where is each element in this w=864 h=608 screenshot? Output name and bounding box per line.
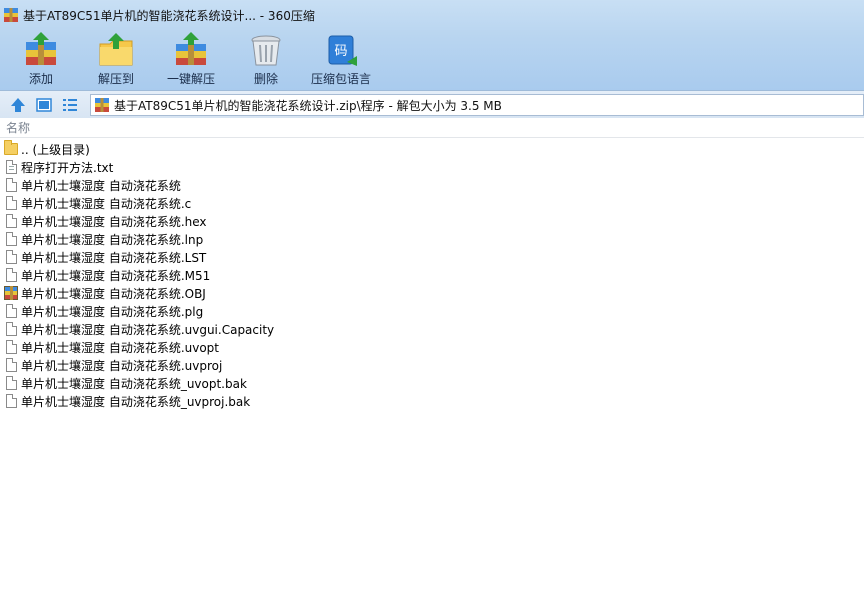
file-name: 单片机士壤湿度 自动浇花系统 bbox=[21, 178, 181, 193]
list-item[interactable]: 单片机士壤湿度 自动浇花系统.LST bbox=[0, 248, 864, 266]
file-icon bbox=[4, 339, 18, 355]
list-item[interactable]: 单片机士壤湿度 自动浇花系统.c bbox=[0, 194, 864, 212]
file-name: 单片机士壤湿度 自动浇花系统.c bbox=[21, 196, 192, 211]
file-icon bbox=[4, 267, 18, 283]
list-item[interactable]: 单片机士壤湿度 自动浇花系统.uvgui.Capacity bbox=[0, 320, 864, 338]
list-item-parent-directory[interactable]: .. (上级目录) bbox=[0, 140, 864, 158]
thumbnail-view-icon[interactable] bbox=[34, 95, 54, 115]
extract-to-button[interactable]: 解压到 bbox=[81, 30, 151, 88]
top-panel: 基于AT89C51单片机的智能浇花系统设计... - 360压缩 添加 解压到 … bbox=[0, 0, 864, 90]
toolbar: 添加 解压到 一键解压 删除 码 压缩包语言 bbox=[0, 30, 864, 88]
address-bar: 基于AT89C51单片机的智能浇花系统设计.zip\程序 - 解包大小为 3.5… bbox=[0, 90, 864, 118]
list-view-icon[interactable] bbox=[60, 95, 80, 115]
extract-to-icon bbox=[98, 32, 134, 68]
list-item[interactable]: 单片机士壤湿度 自动浇花系统_uvproj.bak bbox=[0, 392, 864, 410]
list-item[interactable]: 单片机士壤湿度 自动浇花系统.OBJ bbox=[0, 284, 864, 302]
text-file-icon bbox=[4, 159, 18, 175]
delete-label: 删除 bbox=[253, 72, 278, 86]
file-icon bbox=[4, 231, 18, 247]
archive-file-icon bbox=[4, 285, 18, 301]
path-field[interactable]: 基于AT89C51单片机的智能浇花系统设计.zip\程序 - 解包大小为 3.5… bbox=[90, 94, 864, 116]
folder-icon bbox=[4, 140, 18, 157]
column-header-name[interactable]: 名称 bbox=[0, 118, 864, 138]
file-name: 单片机士壤湿度 自动浇花系统.uvopt bbox=[21, 340, 220, 355]
file-name: 单片机士壤湿度 自动浇花系统.lnp bbox=[21, 232, 204, 247]
archive-language-button[interactable]: 码 压缩包语言 bbox=[303, 30, 379, 88]
file-icon bbox=[4, 375, 18, 391]
list-item[interactable]: 单片机士壤湿度 自动浇花系统.M51 bbox=[0, 266, 864, 284]
svg-text:码: 码 bbox=[334, 44, 347, 59]
file-rows: .. (上级目录) 程序打开方法.txt 单片机士壤湿度 自动浇花系统 单片机士… bbox=[0, 138, 864, 410]
list-item[interactable]: 程序打开方法.txt bbox=[0, 158, 864, 176]
one-click-extract-icon bbox=[173, 32, 209, 68]
file-icon bbox=[4, 213, 18, 229]
delete-trash-icon bbox=[248, 32, 284, 68]
file-icon bbox=[4, 357, 18, 373]
list-item[interactable]: 单片机士壤湿度 自动浇花系统.hex bbox=[0, 212, 864, 230]
add-label: 添加 bbox=[28, 72, 53, 86]
file-name: 单片机士壤湿度 自动浇花系统.plg bbox=[21, 304, 204, 319]
file-name: 单片机士壤湿度 自动浇花系统.hex bbox=[21, 214, 207, 229]
extract-to-label: 解压到 bbox=[97, 72, 134, 86]
list-item[interactable]: 单片机士壤湿度 自动浇花系统.uvproj bbox=[0, 356, 864, 374]
file-icon bbox=[4, 195, 18, 211]
file-name: 单片机士壤湿度 自动浇花系统.uvgui.Capacity bbox=[21, 322, 275, 337]
list-item[interactable]: 单片机士壤湿度 自动浇花系统.uvopt bbox=[0, 338, 864, 356]
one-click-extract-button[interactable]: 一键解压 bbox=[156, 30, 226, 88]
delete-button[interactable]: 删除 bbox=[231, 30, 301, 88]
window-title: 基于AT89C51单片机的智能浇花系统设计... - 360压缩 bbox=[23, 8, 315, 23]
add-button[interactable]: 添加 bbox=[6, 30, 76, 88]
up-arrow-icon[interactable] bbox=[8, 95, 28, 115]
title-bar: 基于AT89C51单片机的智能浇花系统设计... - 360压缩 bbox=[0, 0, 864, 30]
list-item[interactable]: 单片机士壤湿度 自动浇花系统 bbox=[0, 176, 864, 194]
file-name: 单片机士壤湿度 自动浇花系统.OBJ bbox=[21, 286, 206, 301]
file-name: .. (上级目录) bbox=[21, 142, 90, 157]
file-icon bbox=[4, 303, 18, 319]
file-name: 单片机士壤湿度 自动浇花系统.uvproj bbox=[21, 358, 223, 373]
archive-language-label: 压缩包语言 bbox=[310, 72, 371, 86]
list-item[interactable]: 单片机士壤湿度 自动浇花系统.lnp bbox=[0, 230, 864, 248]
path-text: 基于AT89C51单片机的智能浇花系统设计.zip\程序 - 解包大小为 3.5… bbox=[114, 98, 502, 113]
one-click-extract-label: 一键解压 bbox=[166, 72, 215, 86]
file-name: 程序打开方法.txt bbox=[21, 160, 114, 175]
archive-icon bbox=[94, 97, 110, 113]
archive-language-icon: 码 bbox=[323, 32, 359, 68]
add-archive-icon bbox=[23, 32, 59, 68]
app-archive-icon bbox=[3, 7, 19, 23]
list-item[interactable]: 单片机士壤湿度 自动浇花系统.plg bbox=[0, 302, 864, 320]
file-icon bbox=[4, 393, 18, 409]
file-name: 单片机士壤湿度 自动浇花系统.M51 bbox=[21, 268, 211, 283]
file-name: 单片机士壤湿度 自动浇花系统.LST bbox=[21, 250, 207, 265]
file-icon bbox=[4, 321, 18, 337]
list-item[interactable]: 单片机士壤湿度 自动浇花系统_uvopt.bak bbox=[0, 374, 864, 392]
file-icon bbox=[4, 249, 18, 265]
file-icon bbox=[4, 177, 18, 193]
file-name: 单片机士壤湿度 自动浇花系统_uvopt.bak bbox=[21, 376, 247, 391]
file-list: 名称 .. (上级目录) 程序打开方法.txt 单片机士壤湿度 自动浇花系统 单… bbox=[0, 118, 864, 608]
file-name: 单片机士壤湿度 自动浇花系统_uvproj.bak bbox=[21, 394, 251, 409]
